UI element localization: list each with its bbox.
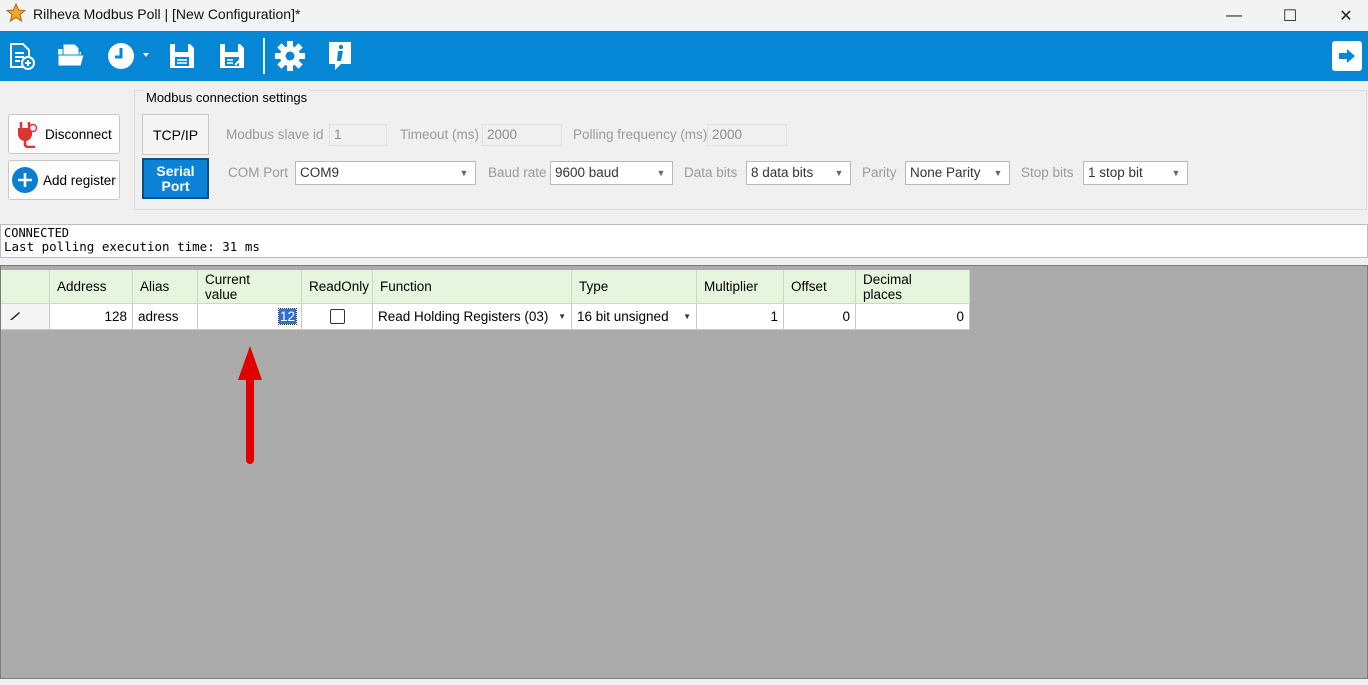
plus-circle-icon xyxy=(11,166,39,194)
chevron-down-icon: ▼ xyxy=(1171,168,1181,178)
serial-port-label-line2: Port xyxy=(161,177,190,194)
gear-icon[interactable] xyxy=(271,37,309,75)
cell-offset[interactable]: 0 xyxy=(784,304,856,330)
com-port-label: COM Port xyxy=(228,165,289,180)
serial-port-button[interactable]: Serial Port xyxy=(142,158,209,199)
pencil-icon xyxy=(9,309,21,324)
function-value: Read Holding Registers (03) xyxy=(378,309,549,324)
open-folder-icon[interactable] xyxy=(52,37,90,75)
chevron-down-icon: ▼ xyxy=(993,168,1003,178)
column-header-decimal-places[interactable]: Decimal places xyxy=(856,270,970,304)
header-text: Current xyxy=(205,271,251,287)
add-register-label: Add register xyxy=(43,172,116,188)
serial-port-label-line1: Serial xyxy=(156,162,195,179)
timeout-field[interactable]: 2000 xyxy=(482,124,562,146)
cell-current-value[interactable]: 12 xyxy=(198,304,302,330)
column-header-offset[interactable]: Offset xyxy=(784,270,856,304)
header-text: places xyxy=(863,286,903,302)
cell-decimal-places[interactable]: 0 xyxy=(856,304,970,330)
annotation-arrow-icon xyxy=(238,346,262,464)
toolbar-separator xyxy=(263,38,265,74)
parity-label: Parity xyxy=(862,165,897,180)
cell-readonly[interactable] xyxy=(302,304,373,330)
column-header-alias[interactable]: Alias xyxy=(133,270,198,304)
stop-bits-label: Stop bits xyxy=(1021,165,1074,180)
tcp-ip-button[interactable]: TCP/IP xyxy=(142,114,209,155)
com-port-select[interactable]: COM9 ▼ xyxy=(295,161,476,185)
save-icon[interactable] xyxy=(163,37,201,75)
column-header-readonly[interactable]: ReadOnly xyxy=(302,270,373,304)
title-bar: Rilheva Modbus Poll | [New Configuration… xyxy=(0,0,1368,31)
data-bits-select[interactable]: 8 data bits ▼ xyxy=(746,161,851,185)
window-bottom-border xyxy=(0,679,1368,685)
readonly-checkbox[interactable] xyxy=(329,309,345,324)
chevron-down-icon: ▼ xyxy=(459,168,469,178)
polling-frequency-label: Polling frequency (ms) xyxy=(573,127,708,142)
chevron-down-icon[interactable]: ▼ xyxy=(558,312,566,321)
close-button[interactable]: ✕ xyxy=(1318,0,1368,31)
info-icon[interactable] xyxy=(321,37,359,75)
disconnect-button[interactable]: Disconnect xyxy=(8,114,120,154)
polling-frequency-field[interactable]: 2000 xyxy=(707,124,787,146)
maximize-button[interactable]: ☐ xyxy=(1262,0,1318,31)
clock-icon[interactable] xyxy=(104,37,152,75)
unplug-icon xyxy=(15,120,39,148)
slave-id-label: Modbus slave id xyxy=(226,127,324,142)
disconnect-label: Disconnect xyxy=(45,126,112,142)
chevron-down-icon: ▼ xyxy=(656,168,666,178)
chevron-down-icon: ▼ xyxy=(834,168,844,178)
column-header-function[interactable]: Function xyxy=(373,270,572,304)
parity-value: None Parity xyxy=(910,165,981,180)
header-text: value xyxy=(205,286,238,302)
stop-bits-value: 1 stop bit xyxy=(1088,165,1143,180)
current-value-text: 12 xyxy=(277,308,298,325)
add-register-button[interactable]: Add register xyxy=(8,160,120,200)
column-header-type[interactable]: Type xyxy=(572,270,697,304)
slave-id-field[interactable]: 1 xyxy=(329,124,387,146)
baud-rate-value: 9600 baud xyxy=(555,165,619,180)
cell-function[interactable]: Read Holding Registers (03) ▼ xyxy=(373,304,572,330)
timeout-label: Timeout (ms) xyxy=(400,127,480,142)
column-header-current-value[interactable]: Current value xyxy=(198,270,302,304)
cell-address[interactable]: 128 xyxy=(50,304,133,330)
connection-settings-group xyxy=(134,90,1367,210)
parity-select[interactable]: None Parity ▼ xyxy=(905,161,1010,185)
baud-rate-label: Baud rate xyxy=(488,165,547,180)
row-header-corner xyxy=(1,270,50,304)
data-bits-label: Data bits xyxy=(684,165,738,180)
cell-alias[interactable]: adress xyxy=(133,304,198,330)
header-text: Decimal xyxy=(863,271,912,287)
com-port-value: COM9 xyxy=(300,165,340,180)
save-as-icon[interactable] xyxy=(213,37,251,75)
cell-multiplier[interactable]: 1 xyxy=(697,304,784,330)
stop-bits-select[interactable]: 1 stop bit ▼ xyxy=(1083,161,1188,185)
chevron-down-icon[interactable]: ▼ xyxy=(683,312,691,321)
app-logo-icon xyxy=(5,2,27,23)
row-edit-indicator[interactable] xyxy=(1,304,50,330)
window-title: Rilheva Modbus Poll | [New Configuration… xyxy=(33,6,301,22)
type-value: 16 bit unsigned xyxy=(577,309,669,324)
status-panel: CONNECTED Last polling execution time: 3… xyxy=(0,224,1368,258)
toolbar xyxy=(0,31,1368,81)
cell-type[interactable]: 16 bit unsigned ▼ xyxy=(572,304,697,330)
data-bits-value: 8 data bits xyxy=(751,165,814,180)
polling-time: Last polling execution time: 31 ms xyxy=(4,239,260,254)
new-config-icon[interactable] xyxy=(2,37,40,75)
minimize-button[interactable]: — xyxy=(1206,0,1262,31)
column-header-multiplier[interactable]: Multiplier xyxy=(697,270,784,304)
exit-icon[interactable] xyxy=(1332,41,1362,71)
baud-rate-select[interactable]: 9600 baud ▼ xyxy=(550,161,673,185)
connection-settings-title: Modbus connection settings xyxy=(144,90,310,105)
column-header-address[interactable]: Address xyxy=(50,270,133,304)
